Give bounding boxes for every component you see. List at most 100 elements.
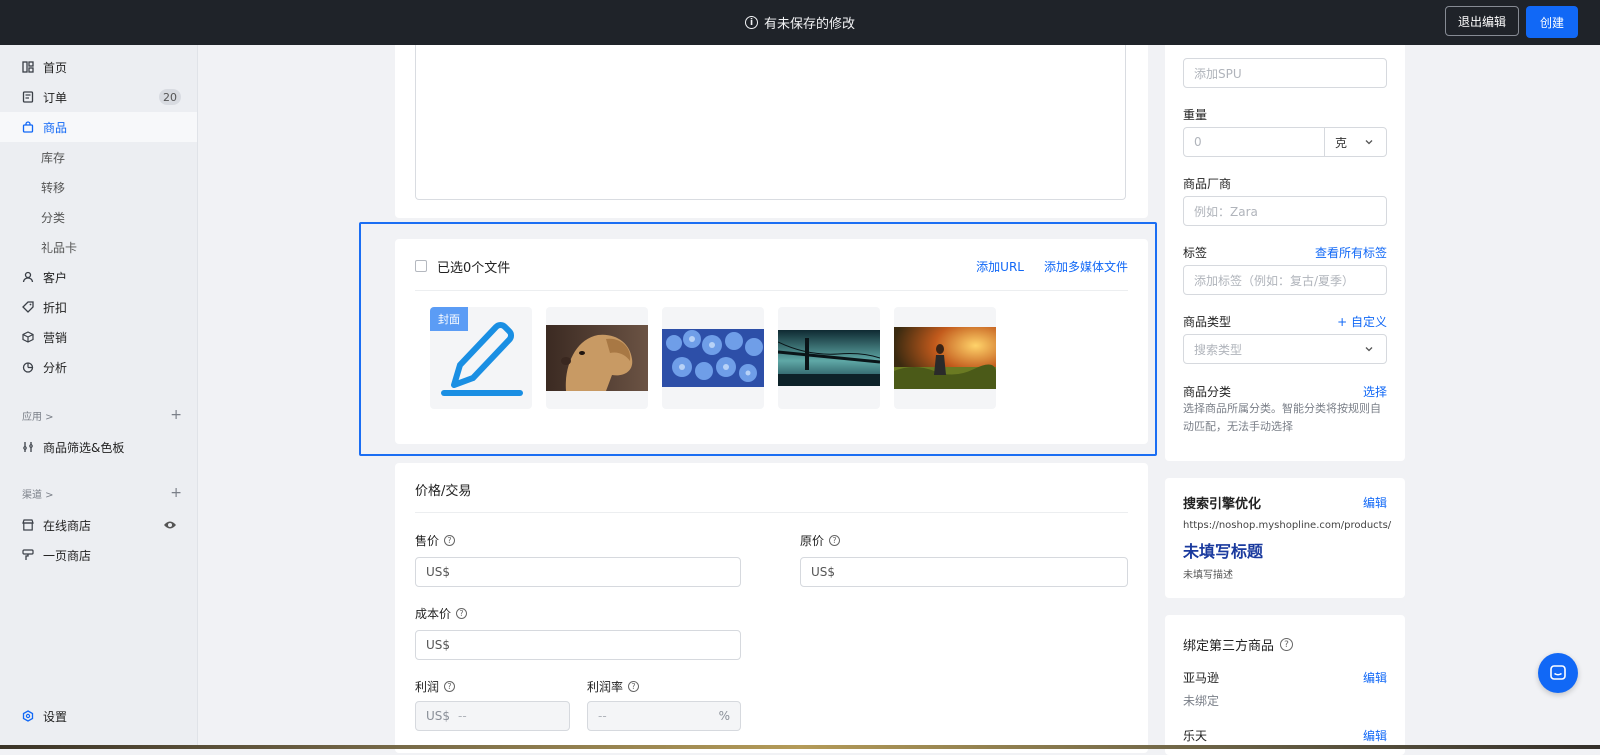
tag-icon	[22, 301, 34, 313]
amazon-edit-link[interactable]: 编辑	[1363, 669, 1387, 686]
help-icon[interactable]: ?	[444, 535, 456, 546]
sidebar-item-products[interactable]: 商品	[0, 112, 197, 142]
cost-price-input[interactable]: US$	[415, 630, 741, 660]
sidebar-item-label: 商品筛选&色板	[43, 440, 125, 455]
rakuten-edit-link[interactable]: 编辑	[1363, 727, 1387, 744]
channels-section-label: 渠道 >	[22, 489, 54, 501]
apps-section-header[interactable]: 应用 > +	[22, 407, 182, 423]
help-icon[interactable]: ?	[456, 608, 468, 619]
weight-input[interactable]: 0	[1183, 127, 1325, 157]
channels-section-header[interactable]: 渠道 > +	[22, 485, 182, 501]
sidebar-item-label: 商品	[43, 120, 68, 135]
store-icon	[22, 519, 34, 531]
top-bar: i 有未保存的修改 退出编辑 创建	[0, 0, 1600, 45]
pricing-title: 价格/交易	[415, 484, 472, 499]
sidebar-item-transfer[interactable]: 转移	[0, 172, 197, 202]
sidebar-item-analytics[interactable]: 分析	[0, 352, 197, 382]
sidebar-item-discounts[interactable]: 折扣	[0, 292, 197, 322]
sidebar-item-category[interactable]: 分类	[0, 202, 197, 232]
amazon-status: 未绑定	[1183, 694, 1220, 708]
seo-description: 未填写描述	[1183, 570, 1233, 581]
sidebar-item-home[interactable]: 首页	[0, 52, 197, 82]
sidebar-item-orders[interactable]: 订单 20	[0, 82, 197, 112]
sidebar-item-product-filter[interactable]: 商品筛选&色板	[0, 432, 197, 462]
profit-label-text: 利润	[415, 680, 440, 694]
help-icon[interactable]: ?	[628, 681, 640, 692]
product-details-card: 添加SPU 重量 0 克 商品厂商 例如：Zara 标签 查看所有标签 添加标签…	[1165, 45, 1405, 461]
pricing-divider	[415, 512, 1128, 513]
help-icon[interactable]: ?	[1280, 638, 1294, 651]
media-highlight-frame	[359, 222, 1157, 456]
vendor-placeholder: 例如：Zara	[1194, 204, 1258, 219]
spu-input[interactable]: 添加SPU	[1183, 58, 1387, 88]
amazon-label: 亚马逊	[1183, 671, 1220, 685]
tags-placeholder: 添加标签（例如：复古/夏季）	[1194, 273, 1355, 288]
description-editor[interactable]	[415, 45, 1126, 200]
original-price-input[interactable]: US$	[800, 557, 1128, 587]
profit-rate-label-text: 利润率	[587, 680, 624, 694]
brush-icon	[22, 549, 34, 561]
product-type-select[interactable]: 搜索类型	[1183, 334, 1387, 364]
help-icon[interactable]: ?	[829, 535, 841, 546]
currency-prefix: US$	[426, 638, 451, 652]
sidebar-item-label: 折扣	[43, 300, 68, 315]
sidebar-item-label: 一页商店	[43, 548, 92, 563]
product-type-placeholder: 搜索类型	[1194, 342, 1243, 357]
currency-prefix: US$	[811, 565, 836, 579]
product-category-label: 商品分类	[1183, 385, 1232, 399]
sidebar-item-one-page-store[interactable]: 一页商店	[0, 540, 197, 570]
currency-prefix: US$	[426, 565, 451, 579]
sidebar-item-label: 首页	[43, 60, 68, 75]
exit-edit-button[interactable]: 退出编辑	[1444, 6, 1519, 36]
sale-price-label: 售价 ?	[415, 532, 456, 549]
sidebar-item-inventory[interactable]: 库存	[0, 142, 197, 172]
view-all-tags-link[interactable]: 查看所有标签	[1315, 244, 1387, 261]
chevron-down-icon	[1365, 347, 1373, 352]
sidebar-item-label: 客户	[43, 270, 68, 285]
third-party-title: 绑定第三方商品	[1183, 639, 1275, 654]
sidebar-item-settings[interactable]: 设置	[0, 701, 197, 731]
custom-type-link[interactable]: + 自定义	[1337, 313, 1387, 330]
create-button[interactable]: 创建	[1525, 6, 1578, 38]
sidebar-item-label: 分析	[43, 360, 68, 375]
eye-icon[interactable]	[163, 519, 177, 533]
sidebar-item-marketing[interactable]: 营销	[0, 322, 197, 352]
add-channel-plus-icon[interactable]: +	[170, 485, 182, 501]
sidebar-item-customers[interactable]: 客户	[0, 262, 197, 292]
sale-price-input[interactable]: US$	[415, 557, 741, 587]
profit-input: US$ --	[415, 701, 570, 731]
sidebar-item-label: 转移	[41, 180, 66, 195]
apps-section-label: 应用 >	[22, 411, 54, 423]
filter-swatch-icon	[22, 441, 34, 453]
sidebar-item-label: 营销	[43, 330, 68, 345]
orders-count-badge: 20	[159, 89, 181, 105]
currency-prefix: US$	[426, 709, 451, 723]
customer-icon	[22, 271, 34, 283]
original-price-label: 原价 ?	[800, 532, 841, 549]
seo-edit-link[interactable]: 编辑	[1363, 494, 1387, 511]
sidebar-item-giftcard[interactable]: 礼品卡	[0, 232, 197, 262]
sidebar: 首页 订单 20 商品 库存 转移 分类 礼品卡 客户 折扣 营销 分析 应用 …	[0, 45, 198, 749]
sidebar-item-online-store[interactable]: 在线商店	[0, 510, 197, 540]
vendor-input[interactable]: 例如：Zara	[1183, 196, 1387, 226]
tags-label: 标签	[1183, 246, 1208, 260]
profit-rate-value: --	[598, 709, 607, 723]
weight-unit-select[interactable]: 克	[1324, 127, 1387, 157]
profit-rate-label: 利润率 ?	[587, 678, 640, 695]
analytics-pie-icon	[22, 361, 34, 373]
marketing-cube-icon	[22, 331, 34, 343]
help-icon[interactable]: ?	[444, 681, 456, 692]
weight-placeholder: 0	[1194, 135, 1202, 149]
percent-suffix: %	[718, 709, 730, 723]
chat-support-button[interactable]	[1538, 653, 1578, 693]
cost-price-label-text: 成本价	[415, 607, 452, 621]
chat-icon	[1550, 665, 1566, 680]
tags-input[interactable]: 添加标签（例如：复古/夏季）	[1183, 265, 1387, 295]
sale-price-label-text: 售价	[415, 534, 440, 548]
spu-placeholder: 添加SPU	[1194, 66, 1242, 81]
select-category-link[interactable]: 选择	[1363, 383, 1387, 400]
product-type-label: 商品类型	[1183, 315, 1232, 329]
product-bag-icon	[22, 121, 34, 133]
add-app-plus-icon[interactable]: +	[170, 407, 182, 423]
order-icon	[22, 91, 34, 103]
